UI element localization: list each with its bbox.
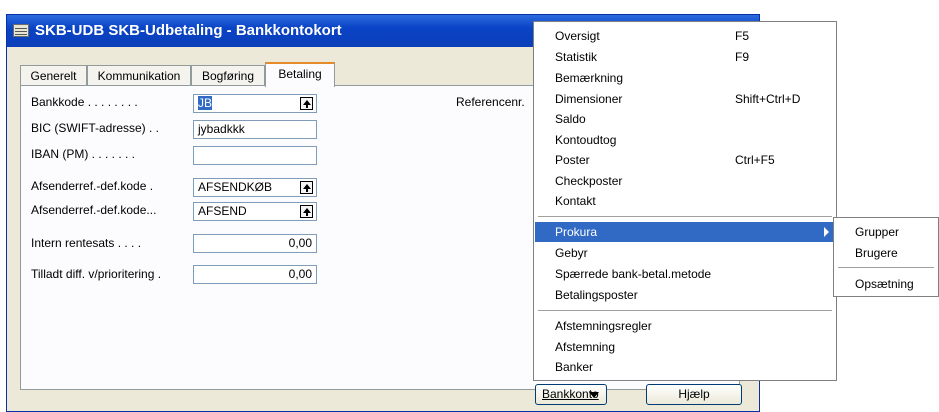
menu-item-afstemning[interactable]: Afstemning	[535, 337, 835, 357]
tab-bogfoering[interactable]: Bogføring	[191, 65, 265, 86]
iban-field[interactable]	[193, 146, 317, 165]
afsenderref-def-kode2-field[interactable]: AFSEND	[193, 202, 317, 221]
submenu-item-brugere[interactable]: Brugere	[835, 243, 937, 263]
afsenderref-def-kode-field[interactable]: AFSENDKØB	[193, 178, 317, 197]
bankkonto-menu: Oversigt F5 Statistik F9 Bemærkning Dimens…	[533, 21, 837, 381]
menu-item-oversigt[interactable]: Oversigt F5	[535, 26, 835, 46]
tilladt-diff-field[interactable]: 0,00	[193, 265, 317, 284]
menu-item-banker[interactable]: Banker	[535, 357, 835, 377]
menu-item-prokura[interactable]: Prokura	[535, 222, 835, 242]
intern-rentesats-field[interactable]: 0,00	[193, 234, 317, 253]
menu-item-bemaerkning[interactable]: Bemærkning	[535, 68, 835, 88]
tab-generelt[interactable]: Generelt	[20, 65, 87, 86]
bic-label: BIC (SWIFT-adresse) . .	[31, 121, 160, 135]
iban-label: IBAN (PM) . . . . . . .	[31, 147, 136, 161]
menu-separator	[538, 310, 832, 311]
bankkode-field[interactable]: JB	[193, 94, 317, 113]
lookup-button-icon[interactable]	[300, 97, 313, 110]
menu-item-betalingsposter[interactable]: Betalingsposter	[535, 285, 835, 305]
submenu-item-opsaetning[interactable]: Opsætning	[835, 274, 937, 294]
tilladt-diff-label: Tilladt diff. v/prioritering .	[31, 267, 162, 281]
tab-betaling[interactable]: Betaling	[265, 62, 335, 87]
intern-rentesats-label: Intern rentesats . . . .	[31, 236, 142, 250]
menu-item-checkposter[interactable]: Checkposter	[535, 171, 835, 191]
referencenr-label: Referencenr.	[456, 95, 525, 109]
menu-item-kontoudtog[interactable]: Kontoudtog	[535, 130, 835, 150]
form-icon	[13, 24, 29, 37]
menu-item-statistik[interactable]: Statistik F9	[535, 47, 835, 67]
lookup-button-icon[interactable]	[300, 181, 313, 194]
menu-item-afstemningsregler[interactable]: Afstemningsregler	[535, 316, 835, 336]
bankkonto-button[interactable]: Bankkonto	[535, 384, 607, 405]
afsenderref-def-kode-value: AFSENDKØB	[198, 180, 273, 194]
menu-item-gebyr[interactable]: Gebyr	[535, 243, 835, 263]
afsenderref-def-kode2-label: Afsenderref.-def.kode...	[31, 203, 157, 217]
window-title: SKB-UDB SKB-Udbetaling - Bankkontokort	[35, 22, 342, 39]
tab-kommunikation[interactable]: Kommunikation	[87, 65, 191, 86]
bankkode-label: Bankkode . . . . . . . .	[31, 95, 138, 109]
hjaelp-button[interactable]: Hjælp	[646, 384, 742, 405]
menu-item-dimensioner[interactable]: Dimensioner Shift+Ctrl+D	[535, 89, 835, 109]
menu-item-poster[interactable]: Poster Ctrl+F5	[535, 150, 835, 170]
afsenderref-def-kode2-value: AFSEND	[198, 204, 247, 218]
afsenderref-def-kode-label: Afsenderref.-def.kode .	[31, 179, 154, 193]
bankkode-value: JB	[198, 96, 213, 110]
menu-item-spaerrede-bank-betal-metode[interactable]: Spærrede bank-betal.metode	[535, 264, 835, 284]
chevron-down-icon	[589, 392, 599, 398]
submenu-item-grupper[interactable]: Grupper	[835, 222, 937, 242]
menu-item-kontakt[interactable]: Kontakt	[535, 191, 835, 211]
lookup-button-icon[interactable]	[300, 205, 313, 218]
bic-field[interactable]: jybadkkk	[193, 120, 317, 139]
menu-item-saldo[interactable]: Saldo	[535, 109, 835, 129]
menu-separator	[538, 216, 832, 217]
menu-separator	[838, 267, 934, 268]
submenu-arrow-icon	[824, 227, 829, 237]
prokura-submenu: Grupper Brugere Opsætning	[833, 217, 939, 297]
